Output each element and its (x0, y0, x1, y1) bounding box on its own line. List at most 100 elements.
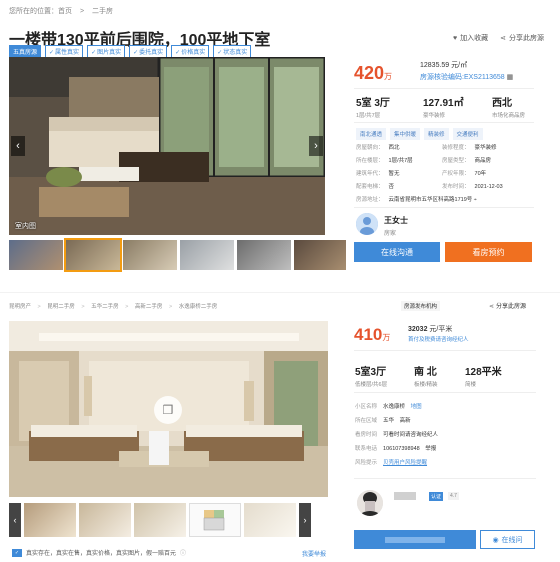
info-row: 看房时间 可看时间请咨询经纪人 (355, 430, 535, 444)
info-label: 所在区域 (355, 418, 378, 424)
stat-sub: 低楼层/共6层 (355, 382, 388, 388)
thumbnail[interactable] (134, 503, 186, 537)
listing-code[interactable]: 房源核验编码:EXS2113658 ▦ (420, 72, 513, 82)
divider (354, 207, 534, 208)
price-value: 420 (354, 63, 385, 83)
district-link[interactable]: 五华 (383, 418, 394, 424)
feature-chip: 交通便利 (452, 128, 483, 140)
map-link[interactable]: 地图 (411, 404, 422, 410)
info-table: 小区名称 水逸康桥 地图 所在区域 五华 高新 看房时间 可看时间请咨询经纪人 联系电… (355, 402, 535, 472)
avatar[interactable] (357, 490, 383, 516)
favorite-button[interactable]: ♥ 加入收藏 (453, 33, 488, 43)
thumbnail[interactable] (79, 503, 131, 537)
info-value: 可看时间请咨询经纪人 (383, 432, 439, 438)
breadcrumb-home[interactable]: 您所在的位置：首页 (9, 8, 72, 15)
detail-value: 否 (388, 184, 395, 190)
detail-value: 豪华装修 (474, 145, 497, 151)
breadcrumb-secondhand[interactable]: 二手房 (92, 8, 113, 15)
breadcrumb-separator: > (168, 304, 173, 310)
call-agent-button[interactable] (354, 530, 476, 549)
tag-label: 价格真实 (181, 50, 206, 56)
thumbs-prev-button[interactable]: ‹ (9, 503, 21, 537)
thumbnail[interactable] (24, 503, 76, 537)
address-value: 云南省昆明市五华区科高路1719号 (388, 197, 473, 203)
divider (354, 88, 534, 89)
subdistrict-link[interactable]: 高新 (400, 418, 411, 424)
info-row: 风险提示 贝壳用户风险提醒 (355, 458, 535, 472)
thumbnail-selected[interactable] (64, 238, 122, 272)
detail-row: 所在楼层： 1层/共7层 房屋类型： 商品房 (356, 156, 536, 169)
main-photo[interactable]: ‹ › 室内图 (9, 57, 325, 235)
detail-label: 建筑年代： (356, 171, 384, 177)
detail-label: 产权年限： (442, 171, 470, 177)
thumbs-next-button[interactable]: › (299, 503, 311, 537)
check-icon: ✓ (217, 50, 223, 56)
chat-label: 在线问 (501, 536, 523, 544)
favorite-label: 加入收藏 (460, 35, 489, 42)
thumbnail[interactable] (9, 240, 63, 270)
floorplan-icon (203, 510, 225, 531)
chat-online-button[interactable]: 在线沟通 (354, 242, 440, 262)
stat-value: 5室3厅 (355, 367, 387, 378)
photo-prev-button[interactable]: ‹ (11, 136, 25, 156)
total-price: 420万 (354, 63, 392, 84)
price-unit: 万 (382, 333, 391, 342)
share-icon: ⋖ (489, 304, 495, 310)
agent-name: 王女士 (384, 216, 408, 225)
report-link[interactable]: 我要举报 (302, 549, 326, 558)
info-row: 联系电话 106107398948 举报 (355, 444, 535, 458)
thumbnail[interactable] (180, 240, 234, 270)
chat-online-button[interactable]: ◉ 在线问 (480, 530, 535, 549)
downpayment-link[interactable]: 首付及税费请咨询经纪人 (408, 335, 469, 343)
report-link[interactable]: 举报 (425, 446, 436, 452)
thumbnail[interactable] (123, 240, 177, 270)
thumbnail[interactable] (237, 240, 291, 270)
main-photo[interactable]: ❒ (9, 321, 328, 497)
breadcrumb-separator: > (37, 304, 41, 310)
info-row: 小区名称 水逸康桥 地图 (355, 402, 535, 416)
detail-row: 建筑年代： 暂无 产权年限： 70年 (356, 169, 536, 182)
photo-next-button[interactable]: › (309, 136, 323, 156)
breadcrumb-link[interactable]: 水逸康桥二手房 (179, 304, 218, 310)
heart-icon: ♥ (452, 35, 458, 42)
floorplan-thumbnail[interactable] (189, 503, 241, 537)
detail-value: 1层/共7层 (388, 158, 413, 164)
risk-warning-link[interactable]: 贝壳用户风险提醒 (383, 460, 427, 466)
breadcrumb: 昆明房产 > 昆明二手房 > 五华二手房 > 高新二手房 > 水逸康桥二手房 (9, 302, 222, 310)
location-pin-icon[interactable]: ⌖ (474, 197, 477, 203)
info-label: 联系电话 (355, 446, 378, 452)
qrcode-icon: ▦ (506, 74, 514, 81)
thumbnail[interactable] (294, 240, 346, 270)
breadcrumb-link[interactable]: 五华二手房 (91, 304, 119, 310)
info-label: 风险提示 (355, 460, 378, 466)
unit-price: 12835.59 元/㎡ (420, 62, 468, 69)
phone-number-blurred (385, 536, 445, 543)
feature-chip: 南北通透 (356, 128, 387, 140)
share-button[interactable]: ⋖ 分享此房源 (489, 301, 526, 310)
unit-price: 32032 元/平米 (408, 324, 452, 334)
breadcrumb-separator: > (79, 8, 85, 15)
section-separator (0, 292, 560, 293)
breadcrumb-link[interactable]: 高新二手房 (135, 304, 163, 310)
breadcrumb: 您所在的位置：首页 > 二手房 (9, 6, 119, 16)
stat-sub: 市场化商品房 (492, 113, 526, 119)
breadcrumb-link[interactable]: 昆明房产 (9, 304, 31, 310)
breadcrumb-separator: > (125, 304, 129, 310)
detail-label: 发布时间： (442, 184, 470, 190)
book-visit-button[interactable]: 看房预约 (445, 242, 532, 262)
vr-view-icon[interactable]: ❒ (154, 396, 182, 424)
share-button[interactable]: ⋖ 分享此房源 (500, 33, 544, 43)
photo-thumbnails (9, 238, 346, 272)
thumbnail[interactable] (244, 503, 296, 537)
detail-value: 2021-12-03 (474, 184, 503, 190)
breadcrumb-link[interactable]: 昆明二手房 (47, 304, 75, 310)
divider (354, 122, 534, 123)
info-icon[interactable]: ⓘ (180, 548, 186, 557)
detail-label: 房源地址： (356, 197, 384, 203)
unit-price-unit: 元/平米 (429, 326, 453, 333)
info-row: 所在区域 五华 高新 (355, 416, 535, 430)
community-link[interactable]: 水逸康桥 (383, 404, 405, 410)
detail-label: 所在楼层： (356, 158, 384, 164)
stat-area: 128平米 简楼 (465, 363, 502, 388)
avatar[interactable] (356, 213, 378, 235)
